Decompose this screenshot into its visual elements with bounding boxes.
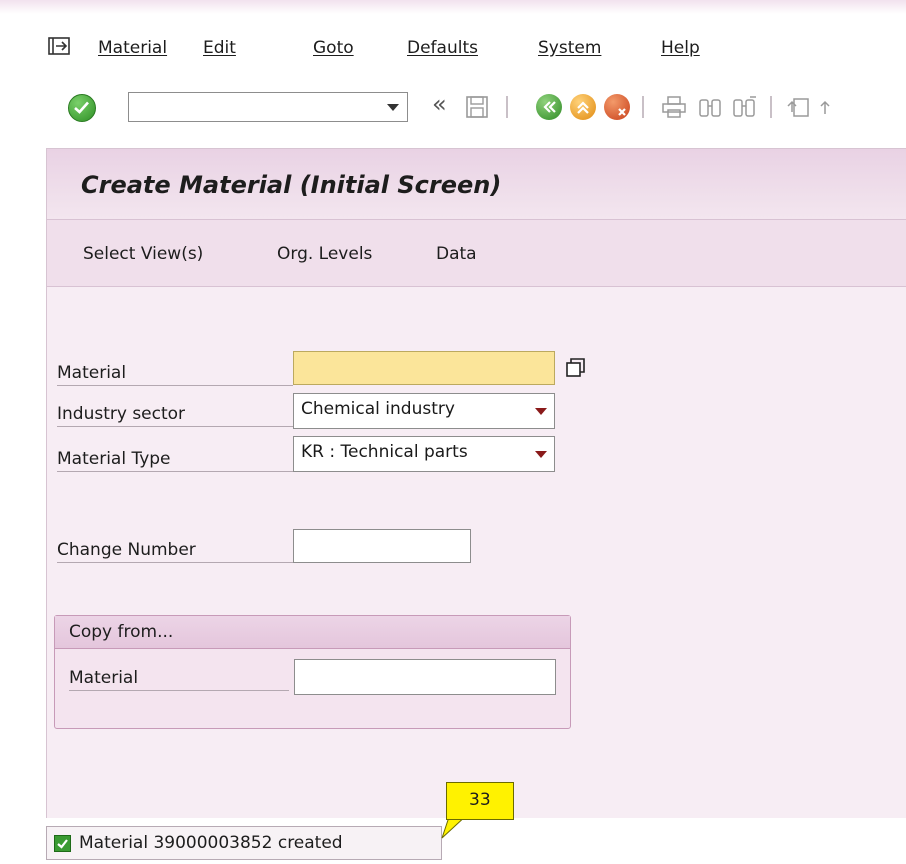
main-panel: Create Material (Initial Screen) Select … <box>46 148 906 818</box>
copy-icon[interactable] <box>566 358 586 378</box>
find-icon[interactable] <box>698 96 722 118</box>
material-type-dropdown[interactable]: KR : Technical parts <box>293 436 555 472</box>
status-message: Material 39000003852 created <box>79 833 343 853</box>
change-number-input[interactable] <box>294 530 470 562</box>
material-input[interactable] <box>294 352 554 384</box>
first-page-icon[interactable] <box>786 96 812 118</box>
copy-material-label: Material <box>69 661 289 691</box>
previous-page-icon[interactable] <box>818 96 838 118</box>
cancel-icon[interactable] <box>604 94 630 120</box>
exit-icon[interactable] <box>570 94 596 120</box>
page-title: Create Material (Initial Screen) <box>81 171 502 199</box>
step-number: 33 <box>469 790 491 810</box>
standard-toolbar: « <box>0 84 906 134</box>
org-levels-button[interactable]: Org. Levels <box>277 244 372 264</box>
find-next-icon[interactable] <box>732 96 758 118</box>
material-type-label: Material Type <box>57 442 293 472</box>
copy-from-header: Copy from... <box>55 616 570 649</box>
copy-from-title: Copy from... <box>69 622 174 642</box>
save-icon[interactable] <box>466 96 488 118</box>
command-input[interactable] <box>133 94 377 122</box>
toolbar-separator <box>642 96 644 118</box>
data-button[interactable]: Data <box>436 244 477 264</box>
industry-sector-value: Chemical industry <box>301 399 455 419</box>
menu-item-edit[interactable]: Edit <box>203 38 236 58</box>
menu-item-goto[interactable]: Goto <box>313 38 354 58</box>
industry-sector-dropdown[interactable]: Chemical industry <box>293 393 555 429</box>
menu-item-material[interactable]: Material <box>98 38 167 58</box>
chevron-down-icon[interactable] <box>387 104 399 111</box>
menu-arrow-icon[interactable] <box>48 37 70 55</box>
change-number-field[interactable] <box>293 529 471 563</box>
status-bar[interactable]: Material 39000003852 created <box>46 826 442 860</box>
menu-item-system[interactable]: System <box>538 38 601 58</box>
material-field[interactable] <box>293 351 555 385</box>
copy-material-input[interactable] <box>295 660 555 694</box>
toolbar-separator <box>770 96 772 118</box>
title-bar: Create Material (Initial Screen) <box>47 149 906 220</box>
enter-icon[interactable] <box>68 94 96 122</box>
step-callout: 33 <box>446 782 514 820</box>
menu-bar: Material Edit Goto Defaults System Help <box>0 30 906 70</box>
material-label: Material <box>57 356 293 386</box>
back-icon[interactable] <box>536 94 562 120</box>
industry-sector-label: Industry sector <box>57 397 293 427</box>
print-icon[interactable] <box>662 96 686 118</box>
application-toolbar: Select View(s) Org. Levels Data <box>47 220 906 287</box>
material-type-value: KR : Technical parts <box>301 442 468 462</box>
menu-item-help[interactable]: Help <box>661 38 700 58</box>
toolbar-separator <box>506 96 508 118</box>
copy-from-group: Copy from... Material <box>54 615 571 729</box>
chevron-down-icon[interactable] <box>535 408 547 415</box>
command-field[interactable] <box>128 92 408 122</box>
back-chevron-icon[interactable]: « <box>432 90 447 118</box>
window-top-shade <box>0 0 906 14</box>
chevron-down-icon[interactable] <box>535 451 547 458</box>
select-views-button[interactable]: Select View(s) <box>83 244 203 264</box>
copy-material-field[interactable] <box>294 659 556 695</box>
change-number-label: Change Number <box>57 533 293 563</box>
success-check-icon <box>54 835 71 852</box>
menu-item-defaults[interactable]: Defaults <box>407 38 478 58</box>
